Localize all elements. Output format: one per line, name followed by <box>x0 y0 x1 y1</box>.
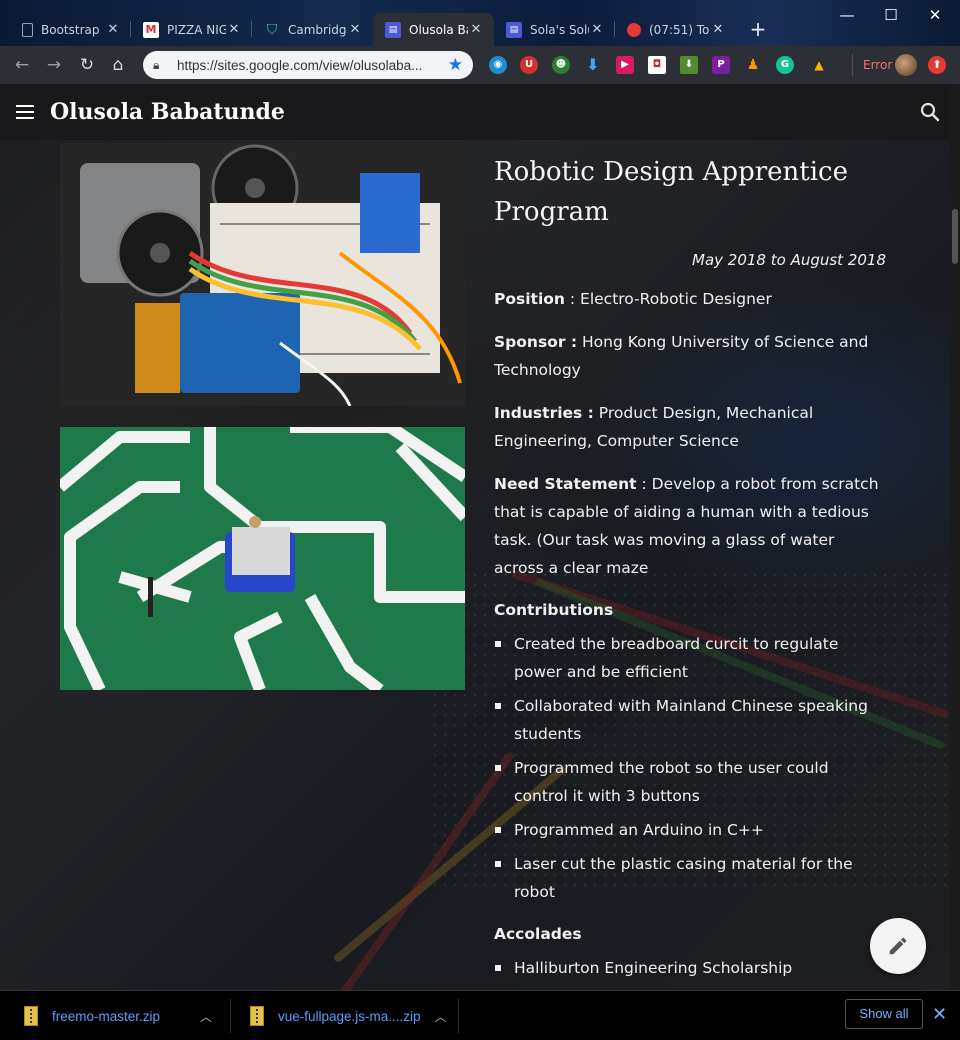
industries-field: Industries : Product Design, Mechanical … <box>494 399 886 455</box>
close-icon[interactable]: ✕ <box>468 22 484 37</box>
site-header: Olusola Babatunde <box>0 84 950 140</box>
address-bar[interactable]: 🔒︎ https://sites.google.com/view/olusola… <box>143 51 473 79</box>
edit-button[interactable] <box>870 918 926 974</box>
close-icon[interactable]: ✕ <box>932 1004 947 1025</box>
need-statement-field: Need Statement : Develop a robot from sc… <box>494 470 886 582</box>
extension-icon[interactable]: ▲ <box>810 56 828 74</box>
extension-icon[interactable]: ▶ <box>616 56 634 74</box>
close-icon[interactable]: ✕ <box>589 22 605 37</box>
gmail-icon: M <box>143 21 159 38</box>
industries-label: Industries : <box>494 404 594 422</box>
tomato-icon <box>627 22 641 37</box>
close-icon[interactable]: ✕ <box>105 22 121 37</box>
close-icon[interactable]: ✕ <box>710 22 726 37</box>
bookmark-star-icon[interactable]: ★ <box>448 55 463 75</box>
google-sites-icon: ▤ <box>506 21 522 38</box>
grammarly-icon[interactable]: G <box>776 56 794 74</box>
download-item[interactable]: freemo-master.zip ︿ <box>24 991 212 1040</box>
zip-file-icon <box>250 1006 264 1026</box>
list-item: Programmed an Arduino in C++ <box>494 816 886 844</box>
lock-icon: 🔒︎ <box>153 57 160 72</box>
project-description: Robotic Design Apprentice Program May 20… <box>494 152 886 988</box>
home-button[interactable]: ⌂ <box>106 53 130 77</box>
profile-avatar[interactable] <box>895 54 917 76</box>
list-item: Halliburton Engineering Scholarship <box>494 954 886 982</box>
back-button[interactable]: ← <box>10 53 34 77</box>
tab-solas-solutions[interactable]: ▤ Sola's Solu ✕ <box>494 13 615 46</box>
list-item: Programmed the robot so the user could c… <box>494 754 886 810</box>
minimize-button[interactable]: — <box>824 0 870 30</box>
forward-button[interactable]: → <box>42 53 66 77</box>
url-text[interactable]: https://sites.google.com/view/olusolaba.… <box>177 58 444 73</box>
position-label: Position <box>494 290 565 308</box>
page-content: Robotic Design Apprentice Program May 20… <box>0 140 950 990</box>
accolades-list: Halliburton Engineering Scholarship <box>494 954 886 982</box>
show-all-button[interactable]: Show all <box>845 999 923 1029</box>
project-dates: May 2018 to August 2018 <box>692 251 886 269</box>
download-arrow-icon[interactable]: ⬇ <box>584 56 602 74</box>
tab-olusola-active[interactable]: ▤ Olusola Ba ✕ <box>373 13 494 46</box>
extension-icon[interactable]: ⬇ <box>680 56 698 74</box>
need-statement-label: Need Statement <box>494 475 637 493</box>
pencil-icon <box>889 937 907 955</box>
list-item: Laser cut the plastic casing material fo… <box>494 850 886 906</box>
tab-title: (07:51) To <box>649 22 710 37</box>
close-icon[interactable]: ✕ <box>347 22 363 37</box>
accolades-heading: Accolades <box>494 925 582 943</box>
site-title[interactable]: Olusola Babatunde <box>50 99 285 125</box>
close-window-button[interactable]: ✕ <box>912 0 958 30</box>
document-icon <box>22 22 33 37</box>
position-value: : Electro-Robotic Designer <box>564 290 772 308</box>
tab-tomato-timer[interactable]: (07:51) To ✕ <box>615 13 736 46</box>
zip-file-icon <box>24 1006 38 1026</box>
arduino-breadboard-photo <box>60 143 465 406</box>
scrollbar-thumb[interactable] <box>952 209 958 264</box>
google-sites-icon: ▤ <box>385 21 401 38</box>
tab-title: Bootstrap <box>41 22 100 37</box>
search-icon[interactable] <box>918 100 942 124</box>
tab-title: Cambridge <box>288 22 347 37</box>
cambridge-icon: ⛉ <box>266 21 278 38</box>
page-scrollbar[interactable] <box>950 84 960 990</box>
chevron-up-icon[interactable]: ︿ <box>435 1008 447 1025</box>
project-title: Robotic Design Apprentice Program <box>494 157 848 227</box>
extension-icon[interactable]: ☻ <box>552 56 570 74</box>
sponsor-label: Sponsor : <box>494 333 578 351</box>
contributions-heading: Contributions <box>494 601 614 619</box>
sponsor-field: Sponsor : Hong Kong University of Scienc… <box>494 328 886 384</box>
download-item[interactable]: vue-fullpage.js-ma....zip ︿ <box>250 991 447 1040</box>
extension-icon[interactable]: ◘ <box>648 56 666 74</box>
position-field: Position : Electro-Robotic Designer <box>494 285 886 313</box>
browser-tab-strip: Bootstrap ✕ M PIZZA NIG ✕ ⛉ Cambridge ✕ … <box>0 0 960 46</box>
contributions-list: Created the breadboard curcit to regulat… <box>494 630 886 906</box>
list-item: Created the breadboard curcit to regulat… <box>494 630 886 686</box>
extension-icon[interactable]: ◉ <box>489 56 507 74</box>
update-icon[interactable]: ⬆ <box>928 56 946 74</box>
download-filename[interactable]: freemo-master.zip <box>52 1009 160 1024</box>
download-filename[interactable]: vue-fullpage.js-ma....zip <box>278 1009 421 1024</box>
extension-icon[interactable]: P <box>712 56 730 74</box>
tab-title: PIZZA NIG <box>167 22 226 37</box>
extension-icon[interactable]: U <box>520 56 538 74</box>
tab-title: Olusola Ba <box>409 22 468 37</box>
maximize-button[interactable]: ☐ <box>868 0 914 30</box>
list-item: Collaborated with Mainland Chinese speak… <box>494 692 886 748</box>
downloads-bar: freemo-master.zip ︿ vue-fullpage.js-ma..… <box>0 990 960 1040</box>
chevron-up-icon[interactable]: ︿ <box>200 1008 212 1025</box>
robot-maze-photo <box>60 427 465 690</box>
tab-title: Sola's Solu <box>530 22 589 37</box>
tab-cambridge[interactable]: ⛉ Cambridge ✕ <box>252 13 373 46</box>
new-tab-button[interactable]: + <box>746 18 770 42</box>
menu-icon[interactable] <box>0 84 50 140</box>
reload-button[interactable]: ↻ <box>75 53 99 77</box>
tab-bootstrap[interactable]: Bootstrap ✕ <box>10 13 131 46</box>
extension-icon[interactable]: ♟ <box>744 56 762 74</box>
tab-pizza-night[interactable]: M PIZZA NIG ✕ <box>131 13 252 46</box>
close-icon[interactable]: ✕ <box>226 22 242 37</box>
